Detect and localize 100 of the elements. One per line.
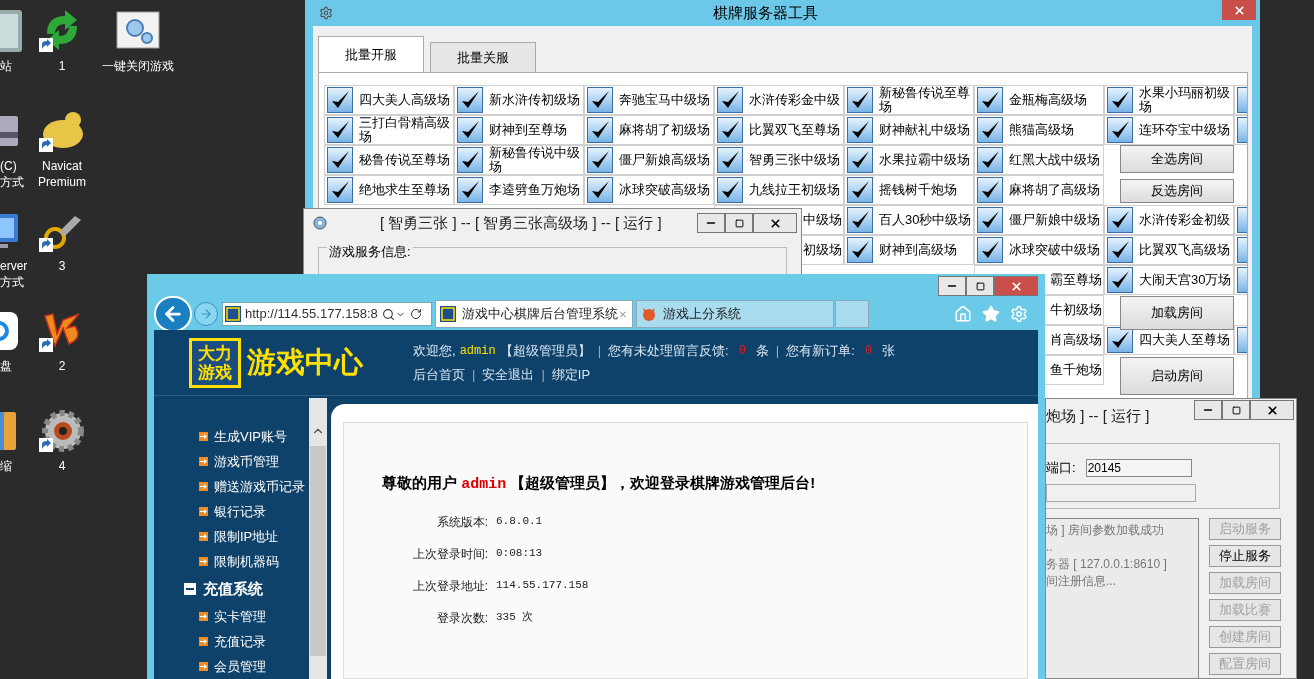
browser-tab[interactable]: 游戏中心棋牌后台管理系统 (435, 300, 633, 328)
refresh-icon[interactable] (409, 308, 422, 320)
checkbox[interactable] (587, 147, 613, 173)
sidebar-item[interactable]: 游戏币管理 (154, 449, 309, 474)
maximize-button[interactable] (1222, 400, 1250, 420)
checkbox[interactable] (847, 117, 873, 143)
header-text: 您有未处理留言反馈: (608, 342, 729, 360)
separator: | (472, 365, 476, 384)
header-text: 您有新订单: (786, 342, 855, 360)
checkbox[interactable] (1107, 117, 1133, 143)
checkbox[interactable] (457, 147, 483, 173)
checkbox[interactable] (1107, 327, 1133, 353)
info-value: 335 次 (496, 610, 535, 626)
minimize-button[interactable] (938, 276, 966, 296)
service-button[interactable]: 停止服务 (1209, 545, 1281, 567)
room-label: 李逵劈鱼万炮场 (489, 183, 580, 197)
info-value: 0:08:13 (496, 546, 544, 562)
minimize-button[interactable] (697, 213, 725, 233)
room-label: 三打白骨精高级场 (359, 116, 451, 144)
maximize-button[interactable] (725, 213, 753, 233)
checkbox[interactable] (977, 237, 1003, 263)
checkbox[interactable] (327, 177, 353, 203)
checkbox[interactable] (587, 117, 613, 143)
header-link[interactable]: 后台首页 (413, 364, 465, 384)
sidebar-item[interactable]: 生成VIP账号 (154, 424, 309, 449)
search-icon[interactable] (381, 307, 395, 321)
sidebar-item[interactable]: 赠送游戏币记录 (154, 474, 309, 499)
icon-label: 2 (58, 358, 66, 374)
input-field[interactable] (1046, 483, 1196, 502)
checkbox[interactable] (847, 147, 873, 173)
port-field[interactable]: 20145 (1085, 458, 1192, 477)
room-label: 冰球突破中级场 (1009, 243, 1100, 257)
maximize-button[interactable] (966, 276, 994, 296)
room-label: 肖高级场 (1050, 333, 1102, 347)
checkbox[interactable] (977, 207, 1003, 233)
checkbox[interactable] (327, 117, 353, 143)
checkbox[interactable] (457, 87, 483, 113)
checkbox[interactable] (977, 117, 1003, 143)
address-field[interactable]: http://114.55.177.158:8 (222, 302, 432, 326)
checkbox[interactable] (977, 87, 1003, 113)
sidebar-item[interactable]: 充值记录 (154, 629, 309, 654)
room-button[interactable]: 启动房间 (1120, 357, 1234, 395)
checkbox[interactable] (847, 177, 873, 203)
icon-label: 缩 (0, 458, 12, 474)
back-button[interactable] (154, 296, 192, 332)
checkbox[interactable] (717, 117, 743, 143)
window-title: 炮场 ] -- [ 运行 ] (1046, 406, 1150, 426)
checkbox[interactable] (1107, 237, 1133, 263)
icon-label: (C) 方式 (0, 158, 25, 190)
room-label: 新秘鲁传说至尊场 (879, 86, 971, 114)
sidebar-item[interactable]: 银行记录 (154, 499, 309, 524)
room-button[interactable]: 反选房间 (1120, 179, 1234, 203)
room-label: 九线拉王初级场 (749, 183, 840, 197)
checkbox[interactable] (457, 117, 483, 143)
minimize-button[interactable] (1194, 400, 1222, 420)
arrow-icon (199, 662, 208, 671)
info-label: 系统版本: (435, 513, 488, 531)
checkbox[interactable] (587, 87, 613, 113)
checkbox[interactable] (327, 147, 353, 173)
sidebar-section[interactable]: 充值系统 (154, 574, 309, 604)
checkbox[interactable] (847, 87, 873, 113)
checkbox[interactable] (977, 147, 1003, 173)
username: admin (459, 342, 496, 360)
tab[interactable]: 批量关服 (430, 42, 536, 72)
room-button[interactable]: 全选房间 (1120, 145, 1234, 173)
room-label: 霸至尊场 (1050, 273, 1102, 287)
room-label: 绝地求生至尊场 (359, 183, 450, 197)
checkbox[interactable] (977, 177, 1003, 203)
checkbox[interactable] (847, 237, 873, 263)
tab[interactable]: 批量开服 (318, 36, 424, 72)
close-button[interactable] (1250, 400, 1294, 420)
checkbox[interactable] (717, 147, 743, 173)
close-button[interactable] (1222, 0, 1256, 20)
sidebar-item[interactable]: 会员管理 (154, 654, 309, 679)
close-button[interactable] (753, 213, 797, 233)
header-link[interactable]: 安全退出 (482, 364, 535, 384)
info-value: 114.55.177.158 (496, 578, 590, 594)
checkbox[interactable] (717, 177, 743, 203)
checkbox[interactable] (717, 87, 743, 113)
room-label: 秘鲁传说至尊场 (359, 153, 450, 167)
sidebar-item[interactable]: 限制机器码 (154, 549, 309, 574)
checkbox[interactable] (1107, 267, 1133, 293)
header-link[interactable]: 绑定IP (551, 364, 591, 384)
separator: | (597, 342, 602, 360)
checkbox-edge (1237, 327, 1247, 353)
room-label: 冰球突破高级场 (619, 183, 710, 197)
checkbox[interactable] (1107, 87, 1133, 113)
room-label: 水果小玛丽初级场 (1139, 86, 1231, 114)
sidebar-item[interactable]: 实卡管理 (154, 604, 309, 629)
browser-tab[interactable]: 游戏上分系统 (636, 300, 834, 328)
sidebar-item[interactable]: 限制IP地址 (154, 524, 309, 549)
room-label: 百人30秒中级场 (879, 213, 972, 227)
checkbox[interactable] (587, 177, 613, 203)
scrollbar[interactable] (309, 398, 327, 679)
room-button[interactable]: 加载房间 (1120, 296, 1234, 330)
checkbox[interactable] (457, 177, 483, 203)
checkbox[interactable] (847, 207, 873, 233)
info-label: 上次登录时间: (411, 545, 488, 563)
checkbox[interactable] (327, 87, 353, 113)
checkbox[interactable] (1107, 207, 1133, 233)
